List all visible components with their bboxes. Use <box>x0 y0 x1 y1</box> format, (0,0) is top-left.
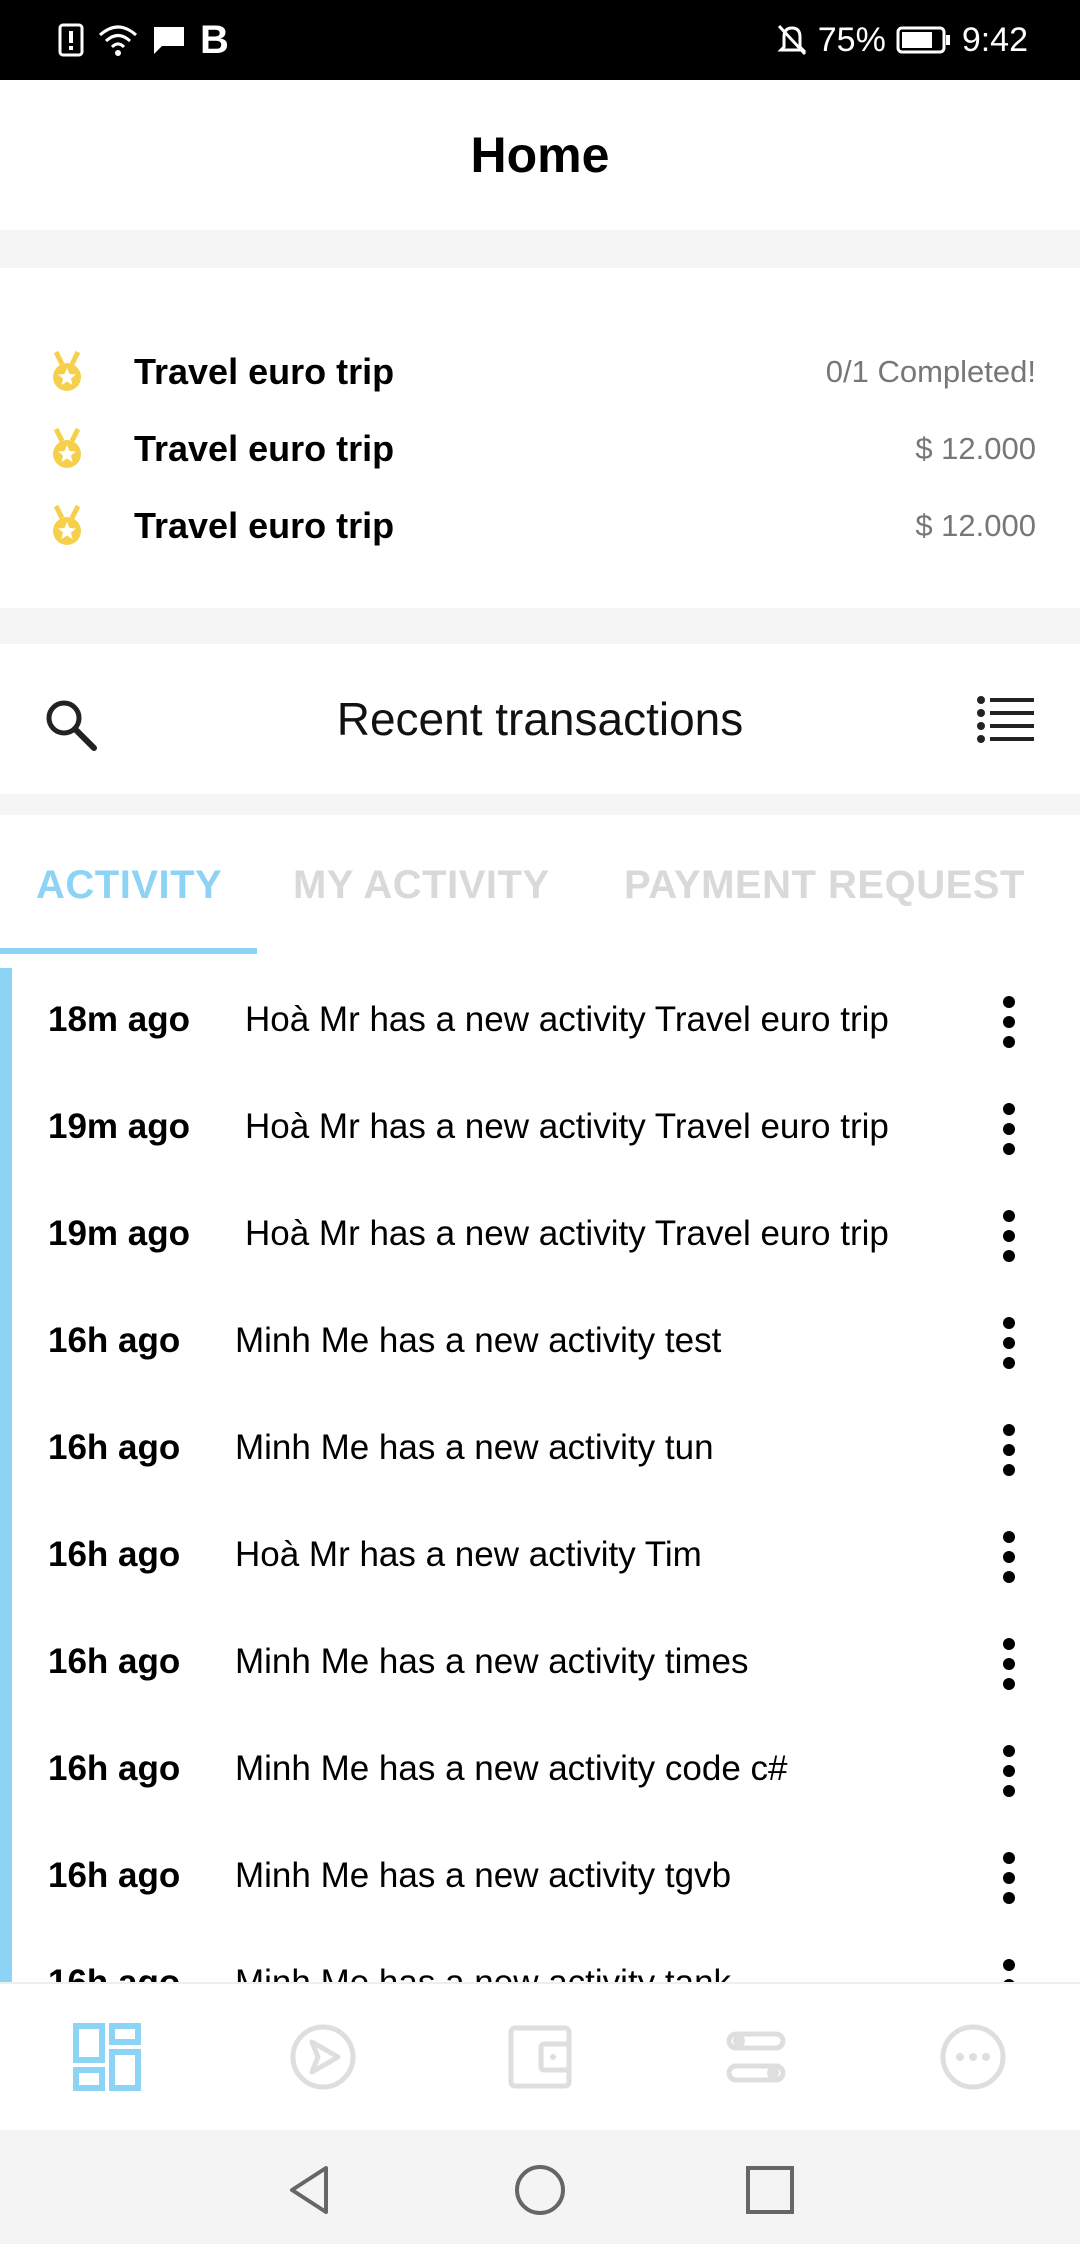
bottom-nav <box>0 1982 1080 2130</box>
more-vertical-icon[interactable] <box>996 1101 1022 1157</box>
more-vertical-icon[interactable] <box>996 1422 1022 1478</box>
wallet-icon[interactable] <box>505 2022 575 2092</box>
list-item[interactable]: 16h ago Minh Me has a new activity test <box>0 1289 1080 1396</box>
activity-text: Minh Me has a new activity tun <box>235 1428 714 1467</box>
active-tab-indicator <box>0 948 257 954</box>
recent-transactions-bar: Recent transactions <box>0 644 1080 794</box>
tab-payment-request[interactable]: PAYMENT REQUEST <box>624 815 1025 955</box>
page-title: Home <box>470 127 610 183</box>
section-divider <box>0 230 1080 268</box>
activity-text: Hoà Mr has a new activity Tim <box>235 1535 702 1574</box>
list-item[interactable]: 16h ago Hoà Mr has a new activity Tim <box>0 1503 1080 1610</box>
list-item[interactable]: 16h ago Minh Me has a new activity tgvb <box>0 1824 1080 1931</box>
activity-time: 16h ago <box>48 1535 181 1574</box>
section-divider <box>0 794 1080 815</box>
list-item[interactable]: 16h ago Minh Me has a new activity tun <box>0 1396 1080 1503</box>
alert-icon <box>58 23 84 57</box>
tab-bar: ACTIVITY MY ACTIVITY PAYMENT REQUEST <box>0 815 1080 955</box>
goals-section: Travel euro trip 0/1 Completed! Travel e… <box>0 268 1080 608</box>
medal-icon <box>53 504 81 545</box>
home-circle-icon[interactable] <box>512 2162 568 2218</box>
activity-text: Minh Me has a new activity times <box>235 1642 749 1681</box>
search-icon[interactable] <box>40 694 100 754</box>
activity-time: 16h ago <box>48 1428 181 1467</box>
system-nav-bar <box>0 2130 1080 2244</box>
clock: 9:42 <box>961 20 1028 59</box>
recents-icon[interactable] <box>742 2162 798 2218</box>
activity-time: 16h ago <box>48 1749 181 1788</box>
battery-percent: 75% <box>817 20 886 59</box>
more-icon[interactable] <box>938 2022 1008 2092</box>
carrier-mark: B <box>200 17 229 62</box>
tab-activity[interactable]: ACTIVITY <box>36 815 222 955</box>
goal-item[interactable]: Travel euro trip $ 12.000 <box>0 419 1080 479</box>
goal-name: Travel euro trip <box>134 428 395 469</box>
activity-text: Minh Me has a new activity tgvb <box>235 1856 732 1895</box>
activity-time: 19m ago <box>48 1107 190 1146</box>
dashboard-icon[interactable] <box>72 2022 142 2092</box>
tab-my-activity[interactable]: MY ACTIVITY <box>293 815 550 955</box>
activity-text: Minh Me has a new activity code c# <box>235 1749 788 1788</box>
wifi-icon <box>99 25 137 56</box>
bell-off-icon <box>777 24 807 56</box>
back-icon[interactable] <box>282 2162 338 2218</box>
medal-icon <box>53 350 81 391</box>
more-vertical-icon[interactable] <box>996 1208 1022 1264</box>
activity-time: 16h ago <box>48 1642 181 1681</box>
more-vertical-icon[interactable] <box>996 1957 1022 1982</box>
activity-text: Minh Me has a new activity tank <box>235 1963 731 1982</box>
goal-value: $ 12.000 <box>915 431 1036 466</box>
activity-time: 16h ago <box>48 1856 181 1895</box>
list-icon[interactable] <box>976 694 1036 744</box>
send-icon[interactable] <box>288 2022 358 2092</box>
battery-icon <box>896 26 950 54</box>
status-bar: B 75% 9:42 <box>0 0 1080 80</box>
settings-sliders-icon[interactable] <box>721 2022 791 2092</box>
more-vertical-icon[interactable] <box>996 1743 1022 1799</box>
more-vertical-icon[interactable] <box>996 1315 1022 1371</box>
medal-icon <box>53 427 81 468</box>
list-item[interactable]: 18m ago Hoà Mr has a new activity Travel… <box>0 968 1080 1075</box>
activity-time: 19m ago <box>48 1214 190 1253</box>
more-vertical-icon[interactable] <box>996 1529 1022 1585</box>
activity-text: Minh Me has a new activity test <box>235 1321 722 1360</box>
activity-list: 18m ago Hoà Mr has a new activity Travel… <box>0 968 1080 1982</box>
section-title: Recent transactions <box>336 693 744 745</box>
activity-time: 16h ago <box>48 1321 181 1360</box>
list-item[interactable]: 16h ago Minh Me has a new activity tank <box>0 1931 1080 1982</box>
activity-text: Hoà Mr has a new activity Travel euro tr… <box>245 1107 889 1146</box>
activity-text: Hoà Mr has a new activity Travel euro tr… <box>245 1214 889 1253</box>
more-vertical-icon[interactable] <box>996 1636 1022 1692</box>
status-left: B <box>58 18 229 62</box>
activity-time: 18m ago <box>48 1000 190 1039</box>
goal-value: 0/1 Completed! <box>825 354 1036 389</box>
list-item[interactable]: 19m ago Hoà Mr has a new activity Travel… <box>0 1182 1080 1289</box>
goal-value: $ 12.000 <box>915 508 1036 543</box>
goal-name: Travel euro trip <box>134 505 395 546</box>
activity-time: 16h ago <box>48 1963 180 1982</box>
status-right: 75% 9:42 <box>776 18 1028 62</box>
goal-name: Travel euro trip <box>134 351 395 392</box>
app-header: Home <box>0 80 1080 230</box>
list-item[interactable]: 16h ago Minh Me has a new activity code … <box>0 1717 1080 1824</box>
more-vertical-icon[interactable] <box>996 994 1022 1050</box>
section-divider <box>0 608 1080 644</box>
goal-item[interactable]: Travel euro trip $ 12.000 <box>0 496 1080 556</box>
more-vertical-icon[interactable] <box>996 1850 1022 1906</box>
goal-item[interactable]: Travel euro trip 0/1 Completed! <box>0 342 1080 402</box>
list-item[interactable]: 16h ago Minh Me has a new activity times <box>0 1610 1080 1717</box>
activity-text: Hoà Mr has a new activity Travel euro tr… <box>245 1000 889 1039</box>
message-icon <box>154 27 184 54</box>
list-item[interactable]: 19m ago Hoà Mr has a new activity Travel… <box>0 1075 1080 1182</box>
